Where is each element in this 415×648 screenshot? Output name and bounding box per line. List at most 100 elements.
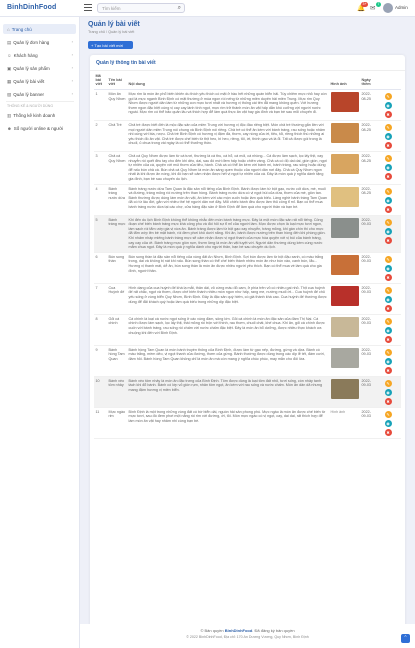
cell-id: 6 [94,252,107,284]
post-thumbnail [330,254,359,275]
view-button[interactable]: ◉ [384,102,392,109]
user-name[interactable]: Admin [395,5,408,10]
view-button[interactable]: ◉ [384,164,392,171]
eye-icon: ◉ [386,296,390,302]
post-thumbnail [330,316,359,337]
edit-button[interactable]: ✎ [384,317,392,325]
sidebar-item-products[interactable]: ▣ Quản lý sản phẩm › [3,63,76,73]
sidebar-item-statistics[interactable]: ▥ Thống kê kinh doanh [3,110,76,120]
cell-image [329,252,360,284]
users-icon: ☺ [7,52,12,58]
cell-image [329,151,360,185]
delete-button[interactable]: ✖ [384,111,392,118]
sidebar-item-customers[interactable]: ☺ Khách hàng › [3,50,76,60]
view-button[interactable]: ◉ [384,196,392,204]
view-button[interactable]: ◉ [384,295,392,303]
edit-button[interactable]: ✎ [384,155,392,162]
cell-date: 2022-08-25 [360,120,375,152]
search-icon[interactable]: ⌕ [178,5,181,12]
cell-content: Hình dạng của cua huỳnh đế khá lạ mắt, t… [127,283,329,315]
eye-icon: ◉ [386,134,390,139]
cell-content: Bánh xèo tôm nhảy là món ăn đặc trưng củ… [127,376,329,408]
cell-content: Mực rim là món ăn phổ biến khiến du thíc… [127,89,329,121]
search-input[interactable]: Tìm kiếm [102,6,121,11]
view-button[interactable]: ◉ [384,264,392,272]
edit-button[interactable]: ✎ [384,187,392,195]
cell-actions: ✎ ◉ ✖ [375,89,401,121]
chevron-right-icon: › [71,65,73,70]
pencil-icon: ✎ [386,411,390,417]
delete-button[interactable]: ✖ [384,428,392,436]
edit-button[interactable]: ✎ [384,286,392,294]
avatar[interactable] [383,3,393,13]
view-button[interactable]: ◉ [384,227,392,235]
file-icon: ▦ [7,78,12,84]
post-thumbnail-alt: Hình ảnh [330,409,346,414]
delete-button[interactable]: ✖ [384,397,392,405]
cell-content: Bún song thần là đặc sản nổi tiếng của v… [127,252,329,284]
delete-button[interactable]: ✖ [384,304,392,312]
view-button[interactable]: ◉ [384,357,392,365]
sidebar-item-label: Khách hàng [13,52,38,58]
brand-logo[interactable]: BinhDinhFood [7,4,56,11]
cell-actions: ✎ ◉ ✖ [375,184,401,216]
delete-button[interactable]: ✖ [384,173,392,180]
edit-button[interactable]: ✎ [384,255,392,263]
view-button[interactable]: ◉ [384,326,392,334]
header-name: Tên bài viết [107,73,127,90]
delete-button[interactable]: ✖ [384,335,392,343]
footer-brand[interactable]: BinhDinhFood [225,628,253,633]
sidebar-item-label: Thống kê kinh doanh [13,112,56,118]
sidebar-item-online-users[interactable]: ☻ Số người online & người [3,123,76,133]
delete-button[interactable]: ✖ [384,236,392,244]
edit-button[interactable]: ✎ [384,218,392,226]
sidebar-item-posts[interactable]: ▦ Quản lý bài viết › [3,76,76,86]
cell-id: 4 [94,184,107,216]
cell-date: 2022-09-03 [360,407,375,439]
trash-icon: ✖ [386,206,390,212]
header-image: Hình ảnh [329,73,360,90]
home-icon: ⌂ [7,26,10,32]
topbar: BinhDinhFood Tìm kiếm ⌕ 🔔 3+ ✉ 7 Admin [0,0,415,17]
cell-date: 2022-08-25 [360,89,375,121]
edit-button[interactable]: ✎ [384,379,392,387]
pencil-icon: ✎ [386,219,390,225]
edit-button[interactable]: ✎ [384,93,392,100]
edit-button[interactable]: ✎ [384,410,392,418]
pencil-icon: ✎ [386,256,390,262]
delete-button[interactable]: ✖ [384,366,392,374]
trash-icon: ✖ [386,174,390,179]
messages-toggle[interactable]: ✉ 7 [370,2,381,12]
edit-button[interactable]: ✎ [384,348,392,356]
cell-image [329,283,360,315]
sidebar-item-label: Trang chủ [11,26,32,32]
view-button[interactable]: ◉ [384,388,392,396]
trash-icon: ✖ [386,305,390,311]
breadcrumb[interactable]: Trang chủ / Quản lý bài viết [88,30,134,34]
cell-image [329,89,360,121]
pencil-icon: ✎ [386,94,390,99]
scroll-to-top-button[interactable]: ⌃ [401,634,410,643]
delete-button[interactable]: ✖ [384,205,392,213]
post-thumbnail [330,285,359,306]
add-post-button[interactable]: + Tạo bài viết mới [88,41,133,49]
search-bar[interactable]: Tìm kiếm ⌕ [97,3,185,13]
sidebar-item-home[interactable]: ⌂ Trang chủ [3,24,76,34]
menu-toggle-icon[interactable] [84,4,92,11]
post-thumbnail [330,92,359,112]
delete-button[interactable]: ✖ [384,142,392,149]
cell-name: Chả cá Quy Nhơn [107,151,127,185]
sidebar-item-banner[interactable]: ▧ Quản lý banner › [3,89,76,99]
alerts-bell[interactable]: 🔔 3+ [357,2,368,12]
cell-actions: ✎ ◉ ✖ [375,252,401,284]
cell-id: 7 [94,283,107,315]
view-button[interactable]: ◉ [384,419,392,427]
sidebar-item-orders[interactable]: ▤ Quản lý đơn hàng › [3,37,76,47]
cell-content: Bánh tráng nước dừa Tam Quan là đặc sản … [127,184,329,216]
post-thumbnail [330,347,359,368]
table-row: 2 Chả Tré Chả tré được biết đến là mộc đặc… [94,120,401,152]
view-button[interactable]: ◉ [384,133,392,140]
cart-icon: ▤ [7,39,12,45]
edit-button[interactable]: ✎ [384,124,392,131]
delete-button[interactable]: ✖ [384,273,392,281]
